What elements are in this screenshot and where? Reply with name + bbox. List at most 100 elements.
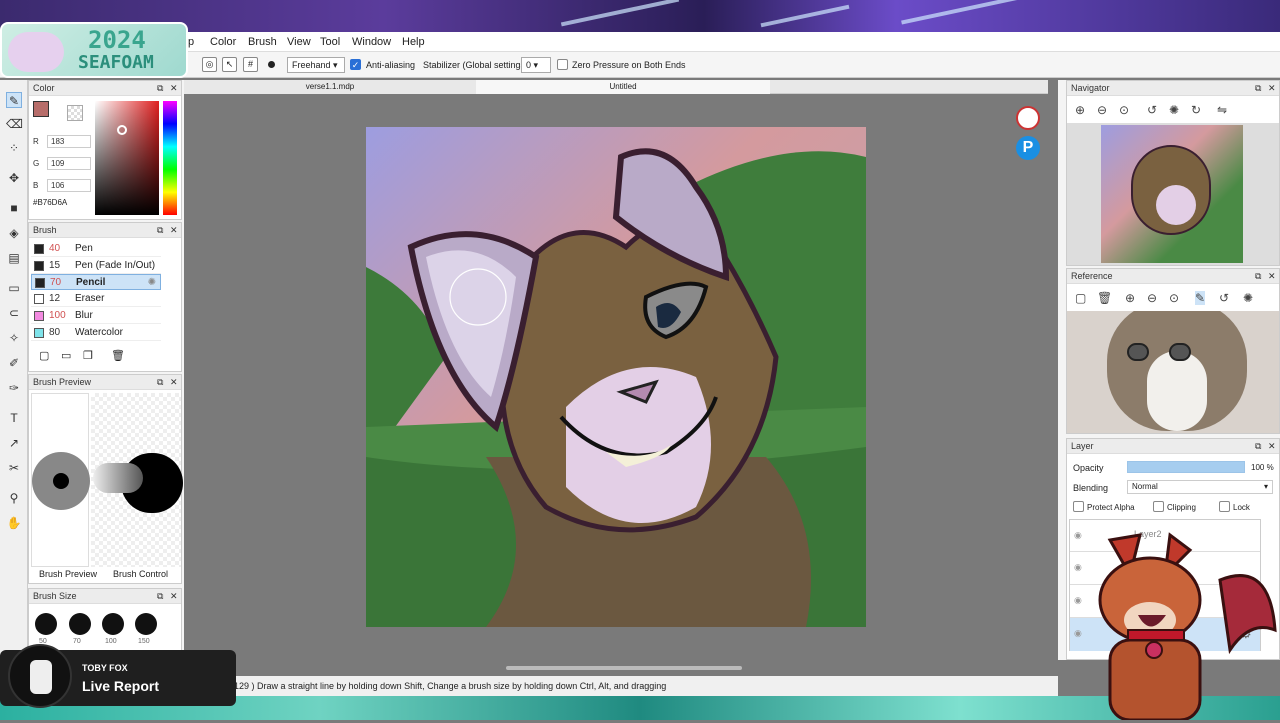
panel-close-icon[interactable]: ✕ bbox=[1268, 271, 1276, 282]
zoom-fit-icon[interactable]: ⊙ bbox=[1119, 103, 1129, 117]
open-reference-icon[interactable]: ▢ bbox=[1075, 291, 1086, 305]
antialias-checkbox[interactable]: ✓ bbox=[350, 59, 361, 70]
gradient-tool-icon[interactable]: ▤ bbox=[6, 250, 22, 266]
brush-item-eraser[interactable]: 12 Eraser bbox=[31, 291, 161, 308]
saturation-value-picker[interactable] bbox=[95, 101, 159, 215]
blending-select[interactable]: Normal ▾ bbox=[1127, 480, 1273, 494]
size-dot-50[interactable] bbox=[35, 613, 57, 635]
color-picker-cursor[interactable] bbox=[117, 125, 127, 135]
grid-icon[interactable]: # bbox=[243, 57, 258, 72]
pen-tool-icon[interactable]: ✎ bbox=[6, 92, 22, 108]
size-dot-70[interactable] bbox=[69, 613, 91, 635]
ref-rotate-icon[interactable]: ↺ bbox=[1219, 291, 1229, 305]
copy-icon[interactable]: ❐ bbox=[83, 349, 93, 362]
fill-tool-icon[interactable]: ■ bbox=[6, 200, 22, 216]
panel-float-icon[interactable]: ⧉ bbox=[1255, 441, 1261, 452]
r-field[interactable]: 183 bbox=[47, 135, 91, 148]
opacity-slider[interactable] bbox=[1127, 461, 1245, 473]
tab-verse[interactable]: verse1.1.mdp bbox=[184, 80, 476, 94]
folder-icon[interactable]: ▭ bbox=[61, 349, 71, 362]
size-dot-100[interactable] bbox=[102, 613, 124, 635]
flip-icon[interactable]: ⇋ bbox=[1217, 103, 1227, 117]
brush-item-pen[interactable]: 40 Pen bbox=[31, 241, 161, 257]
tab-brush-preview[interactable]: Brush Preview bbox=[39, 569, 97, 579]
g-field[interactable]: 109 bbox=[47, 157, 91, 170]
text-tool-icon[interactable]: T bbox=[6, 410, 22, 426]
rotate-left-icon[interactable]: ↺ bbox=[1147, 103, 1157, 117]
eyedropper-tool-icon[interactable]: ⚲ bbox=[6, 490, 22, 506]
clipping-checkbox[interactable] bbox=[1153, 501, 1164, 512]
reference-image[interactable] bbox=[1067, 311, 1279, 433]
bucket-tool-icon[interactable]: ◈ bbox=[6, 225, 22, 241]
select-arrow-icon[interactable]: ↖ bbox=[222, 57, 237, 72]
panel-close-icon[interactable]: ✕ bbox=[170, 83, 178, 94]
tab-brush-control[interactable]: Brush Control bbox=[113, 569, 168, 579]
brush-item-blur[interactable]: 100 Blur bbox=[31, 308, 161, 324]
brush-item-watercolor[interactable]: 80 Watercolor bbox=[31, 325, 161, 341]
panel-float-icon[interactable]: ⧉ bbox=[157, 83, 163, 94]
operation-tool-icon[interactable]: ↗ bbox=[6, 435, 22, 451]
dot-icon[interactable] bbox=[268, 61, 275, 68]
lasso-tool-icon[interactable]: ⊂ bbox=[6, 305, 22, 321]
ref-settings-icon[interactable]: ✺ bbox=[1243, 291, 1253, 305]
stabilizer-select[interactable]: 0 ▾ bbox=[521, 57, 551, 73]
rotate-right-icon[interactable]: ↻ bbox=[1191, 103, 1201, 117]
menu-color[interactable]: Color bbox=[210, 36, 236, 48]
hex-value[interactable]: #B76D6A bbox=[33, 198, 67, 207]
delete-icon[interactable]: 🗑 bbox=[111, 349, 125, 362]
menu-brush[interactable]: Brush bbox=[248, 36, 277, 48]
panel-float-icon[interactable]: ⧉ bbox=[157, 591, 163, 602]
b-field[interactable]: 106 bbox=[47, 179, 91, 192]
artwork-canvas[interactable] bbox=[366, 127, 866, 627]
panel-close-icon[interactable]: ✕ bbox=[170, 591, 178, 602]
primary-color-swatch[interactable] bbox=[33, 101, 49, 117]
brush-item-pen-fade-in-out[interactable]: 15 Pen (Fade In/Out) bbox=[31, 258, 161, 274]
lock-checkbox[interactable] bbox=[1219, 501, 1230, 512]
panel-float-icon[interactable]: ⧉ bbox=[157, 377, 163, 388]
panel-float-icon[interactable]: ⧉ bbox=[157, 225, 163, 236]
select-rect-icon[interactable]: ▭ bbox=[6, 280, 22, 296]
panel-float-icon[interactable]: ⧉ bbox=[1255, 83, 1261, 94]
horizontal-scrollbar[interactable] bbox=[506, 666, 742, 670]
ref-zoom-in-icon[interactable]: ⊕ bbox=[1125, 291, 1135, 305]
divide-tool-icon[interactable]: ✂ bbox=[6, 460, 22, 476]
menu-file[interactable]: p bbox=[188, 36, 194, 48]
zoom-in-icon[interactable]: ⊕ bbox=[1075, 103, 1085, 117]
size-dot-150[interactable] bbox=[135, 613, 157, 635]
lasso-select-icon[interactable]: ◎ bbox=[202, 57, 217, 72]
dot-tool-icon[interactable]: ⁘ bbox=[6, 140, 22, 156]
pixiv-icon[interactable]: P bbox=[1016, 136, 1040, 160]
delete-reference-icon[interactable]: 🗑 bbox=[1097, 291, 1112, 305]
brush-item-pencil[interactable]: 70 Pencil ✺ bbox=[31, 274, 161, 291]
eraser-tool-icon[interactable]: ⌫ bbox=[6, 116, 23, 132]
menu-view[interactable]: View bbox=[287, 36, 311, 48]
hue-slider[interactable] bbox=[163, 101, 177, 215]
magic-wand-icon[interactable]: ✧ bbox=[6, 330, 22, 346]
ref-zoom-fit-icon[interactable]: ⊙ bbox=[1169, 291, 1179, 305]
panel-float-icon[interactable]: ⧉ bbox=[1255, 271, 1261, 282]
brush-settings-icon[interactable]: ✺ bbox=[148, 275, 156, 291]
select-pen-icon[interactable]: ✐ bbox=[6, 355, 22, 371]
panel-close-icon[interactable]: ✕ bbox=[170, 377, 178, 388]
select-eraser-icon[interactable]: ✑ bbox=[6, 380, 22, 396]
mode-select[interactable]: Freehand ▾ bbox=[287, 57, 345, 73]
panel-close-icon[interactable]: ✕ bbox=[1268, 83, 1276, 94]
move-tool-icon[interactable]: ✥ bbox=[6, 170, 22, 186]
new-brush-icon[interactable]: ▢ bbox=[39, 349, 49, 362]
panel-close-icon[interactable]: ✕ bbox=[1268, 441, 1276, 452]
menu-tool[interactable]: Tool bbox=[320, 36, 340, 48]
zoom-out-icon[interactable]: ⊖ bbox=[1097, 103, 1107, 117]
mascot-icon[interactable] bbox=[1016, 106, 1040, 130]
menu-help[interactable]: Help bbox=[402, 36, 425, 48]
protect-alpha-checkbox[interactable] bbox=[1073, 501, 1084, 512]
menu-window[interactable]: Window bbox=[352, 36, 391, 48]
panel-close-icon[interactable]: ✕ bbox=[170, 225, 178, 236]
zero-pressure-checkbox[interactable] bbox=[557, 59, 568, 70]
transparent-swatch[interactable] bbox=[67, 105, 83, 121]
ref-eyedropper-icon[interactable]: ✎ bbox=[1195, 291, 1206, 305]
tab-untitled[interactable]: Untitled bbox=[476, 80, 770, 94]
navigator-preview-area[interactable] bbox=[1067, 123, 1279, 265]
reset-rotation-icon[interactable]: ✺ bbox=[1169, 103, 1179, 117]
ref-zoom-out-icon[interactable]: ⊖ bbox=[1147, 291, 1157, 305]
hand-tool-icon[interactable]: ✋ bbox=[6, 515, 22, 531]
